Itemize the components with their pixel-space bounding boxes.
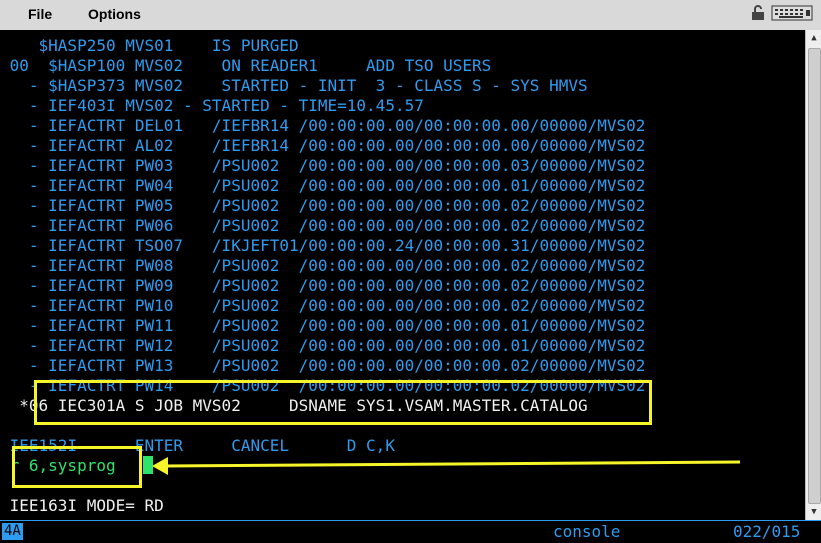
session-name: console: [553, 522, 621, 541]
menu-file[interactable]: File: [28, 6, 52, 22]
console-line: - IEFACTRT AL02 /IEFBR14 /00:00:00.00/00…: [0, 136, 646, 155]
vertical-scrollbar[interactable]: ▲ ▼: [805, 30, 821, 520]
console-line: - IEFACTRT PW12 /PSU002 /00:00:00.00/00:…: [0, 336, 646, 355]
annotation-arrow-icon: [152, 457, 741, 475]
lock-icon[interactable]: [751, 5, 765, 25]
console-line: - IEFACTRT PW04 /PSU002 /00:00:00.00/00:…: [0, 176, 646, 195]
scrollbar-thumb[interactable]: [808, 48, 821, 504]
scroll-up-icon[interactable]: ▲: [806, 30, 821, 46]
console-line: 00 $HASP100 MVS02 ON READER1 ADD TSO USE…: [0, 56, 492, 75]
console-line: - IEFACTRT PW03 /PSU002 /00:00:00.00/00:…: [0, 156, 646, 175]
cursor-position: 022/015: [733, 522, 801, 541]
console-line: - IEFACTRT TSO07 /IKJEFT01/00:00:00.24/0…: [0, 236, 646, 255]
console-line: - IEFACTRT PW09 /PSU002 /00:00:00.00/00:…: [0, 276, 646, 295]
highlight-box-command: [12, 446, 142, 488]
console-line: - $HASP373 MVS02 STARTED - INIT 3 - CLAS…: [0, 76, 588, 95]
mode-line: IEE163I MODE= RD: [0, 496, 164, 515]
oia-indicator: 4A: [2, 523, 23, 540]
console-line: - IEFACTRT PW06 /PSU002 /00:00:00.00/00:…: [0, 216, 646, 235]
console-line: $HASP250 MVS01 IS PURGED: [0, 36, 299, 55]
highlight-box-reply-message: [34, 380, 652, 425]
scroll-down-icon[interactable]: ▼: [806, 504, 821, 520]
menu-options[interactable]: Options: [88, 6, 141, 22]
console-line: - IEFACTRT PW05 /PSU002 /00:00:00.00/00:…: [0, 196, 646, 215]
menu-bar: File Options: [0, 0, 821, 31]
console-line: - IEFACTRT PW11 /PSU002 /00:00:00.00/00:…: [0, 316, 646, 335]
status-bar: 4A console 022/015: [0, 520, 821, 543]
toolbar-icons: [751, 5, 813, 25]
keyboard-icon[interactable]: [771, 5, 813, 25]
console-line: - IEFACTRT DEL01 /IEFBR14 /00:00:00.00/0…: [0, 116, 646, 135]
console-line: - IEF403I MVS02 - STARTED - TIME=10.45.5…: [0, 96, 424, 115]
console-line: - IEFACTRT PW10 /PSU002 /00:00:00.00/00:…: [0, 296, 646, 315]
console-line: - IEFACTRT PW08 /PSU002 /00:00:00.00/00:…: [0, 256, 646, 275]
console-line: - IEFACTRT PW13 /PSU002 /00:00:00.00/00:…: [0, 356, 646, 375]
